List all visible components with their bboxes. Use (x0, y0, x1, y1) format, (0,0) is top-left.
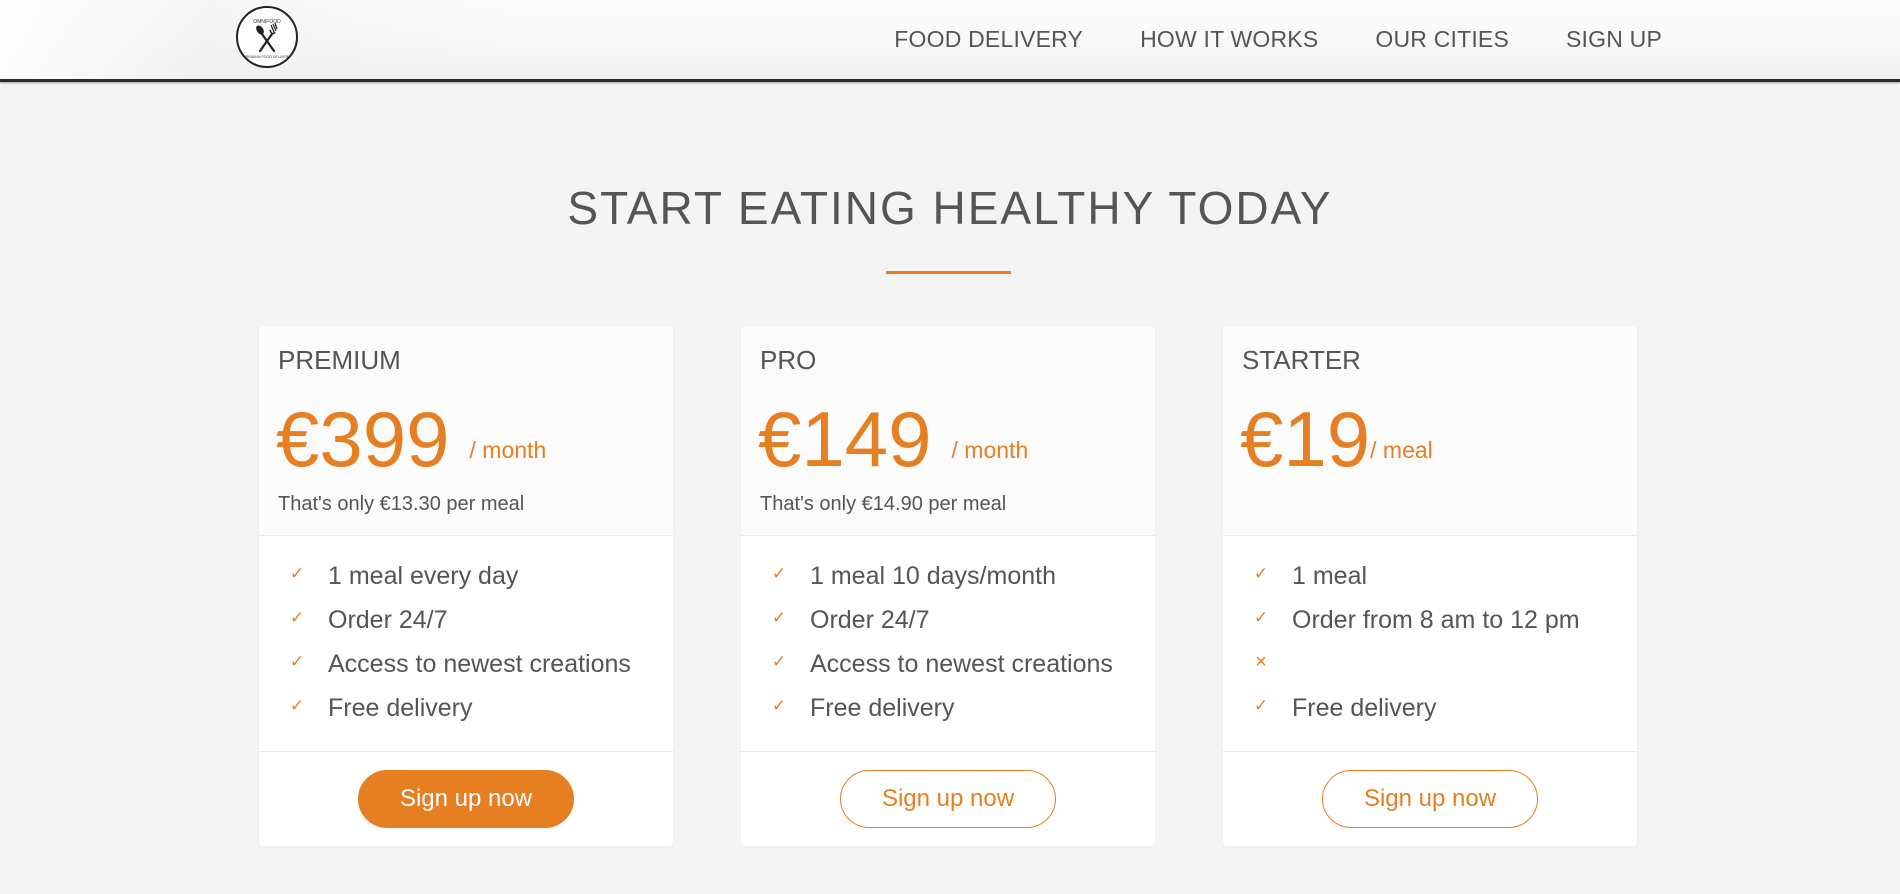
title-divider (886, 271, 1011, 274)
feature-text: Order 24/7 (328, 606, 448, 634)
checkmark-icon: ✓ (771, 652, 787, 671)
price-value: €19 (1240, 395, 1371, 483)
sign-up-button-starter[interactable]: Sign up now (1322, 770, 1538, 828)
plan-price: €149 / month (758, 394, 1028, 495)
feature-text: Free delivery (1292, 694, 1437, 722)
plan-card-pro: PRO €149 / month That's only €14.90 per m… (741, 326, 1155, 846)
plan-price: €19/ meal (1240, 394, 1433, 495)
plan-header: PREMIUM €399 / month That's only €13.30 p… (259, 326, 673, 536)
checkmark-icon: ✓ (289, 652, 305, 671)
plan-header: PRO €149 / month That's only €14.90 per m… (741, 326, 1155, 536)
sign-up-button-pro[interactable]: Sign up now (840, 770, 1056, 828)
plan-name: STARTER (1242, 345, 1361, 375)
feature-text: 1 meal 10 days/month (810, 562, 1056, 590)
svg-text:PREMIUM FOOD DELIVERY: PREMIUM FOOD DELIVERY (243, 55, 291, 59)
feature-text: 1 meal every day (328, 562, 519, 590)
feature-list: ✓ 1 meal ✓ Order from 8 am to 12 pm × ✓ Fre… (1223, 554, 1637, 730)
plan-price: €399 / month (276, 394, 546, 495)
feature-item: ✓ Free delivery (741, 686, 1155, 730)
feature-item: ✓ Access to newest creations (259, 642, 673, 686)
plan-card-premium: PREMIUM €399 / month That's only €13.30 p… (259, 326, 673, 846)
nav-sign-up[interactable]: SIGN UP (1566, 24, 1662, 54)
checkmark-icon: ✓ (289, 564, 305, 583)
omnifood-logo[interactable]: OMNIFOOD PREMIUM FOOD DELIVERY (236, 6, 298, 68)
nav-how-it-works[interactable]: HOW IT WORKS (1140, 24, 1318, 54)
main-nav: FOOD DELIVERY HOW IT WORKS OUR CITIES SI… (837, 24, 1662, 54)
feature-text: Access to newest creations (328, 650, 631, 678)
checkmark-icon: ✓ (1253, 564, 1269, 583)
per-meal-note: That's only €13.30 per meal (278, 493, 525, 515)
feature-text: Free delivery (328, 694, 473, 722)
plan-card-starter: STARTER €19/ meal ✓ 1 meal ✓ Order from 8 … (1223, 326, 1637, 846)
checkmark-icon: ✓ (1253, 696, 1269, 715)
checkmark-icon: ✓ (771, 696, 787, 715)
feature-text: Access to newest creations (810, 650, 1113, 678)
checkmark-icon: ✓ (1253, 608, 1269, 627)
feature-text: Order from 8 am to 12 pm (1292, 606, 1580, 634)
per-meal-note: That's only €14.90 per meal (760, 493, 1007, 515)
svg-text:OMNIFOOD: OMNIFOOD (253, 19, 281, 25)
plan-header: STARTER €19/ meal (1223, 326, 1637, 536)
section-title: START EATING HEALTHY TODAY (567, 182, 1333, 234)
nav-our-cities[interactable]: OUR CITIES (1375, 24, 1509, 54)
feature-item: ✓ Order 24/7 (259, 598, 673, 642)
feature-item: ✓ 1 meal (1223, 554, 1637, 598)
checkmark-icon: ✓ (771, 564, 787, 583)
nav-food-delivery[interactable]: FOOD DELIVERY (894, 24, 1083, 54)
close-icon: × (1255, 651, 1267, 673)
plan-footer: Sign up now (259, 751, 673, 846)
feature-item: ✓ Free delivery (1223, 686, 1637, 730)
feature-text: 1 meal (1292, 562, 1368, 590)
price-unit: / month (469, 437, 547, 463)
feature-text: Order 24/7 (810, 606, 930, 634)
site-header: OMNIFOOD PREMIUM FOOD DELIVERY FOOD DELI… (0, 0, 1900, 82)
sign-up-button-premium[interactable]: Sign up now (358, 770, 574, 828)
feature-list: ✓ 1 meal every day ✓ Order 24/7 ✓ Access to… (259, 554, 673, 730)
plan-footer: Sign up now (1223, 751, 1637, 846)
price-value: €399 (276, 395, 450, 483)
price-unit: / month (951, 437, 1029, 463)
price-value: €149 (758, 395, 932, 483)
feature-item: ✓ Free delivery (259, 686, 673, 730)
checkmark-icon: ✓ (289, 696, 305, 715)
plan-name: PRO (760, 345, 817, 375)
feature-item: ✓ Order 24/7 (741, 598, 1155, 642)
plan-name: PREMIUM (278, 345, 401, 375)
checkmark-icon: ✓ (771, 608, 787, 627)
plan-footer: Sign up now (741, 751, 1155, 846)
price-unit: / meal (1370, 437, 1433, 463)
feature-item: ✓ 1 meal 10 days/month (741, 554, 1155, 598)
feature-list: ✓ 1 meal 10 days/month ✓ Order 24/7 ✓ Acces… (741, 554, 1155, 730)
checkmark-icon: ✓ (289, 608, 305, 627)
feature-item: ✓ Order from 8 am to 12 pm (1223, 598, 1637, 642)
feature-item: ✓ 1 meal every day (259, 554, 673, 598)
spoon-fork-icon: OMNIFOOD PREMIUM FOOD DELIVERY (243, 19, 291, 59)
feature-item: ✓ Access to newest creations (741, 642, 1155, 686)
feature-text: Free delivery (810, 694, 955, 722)
feature-item: × (1223, 642, 1637, 686)
